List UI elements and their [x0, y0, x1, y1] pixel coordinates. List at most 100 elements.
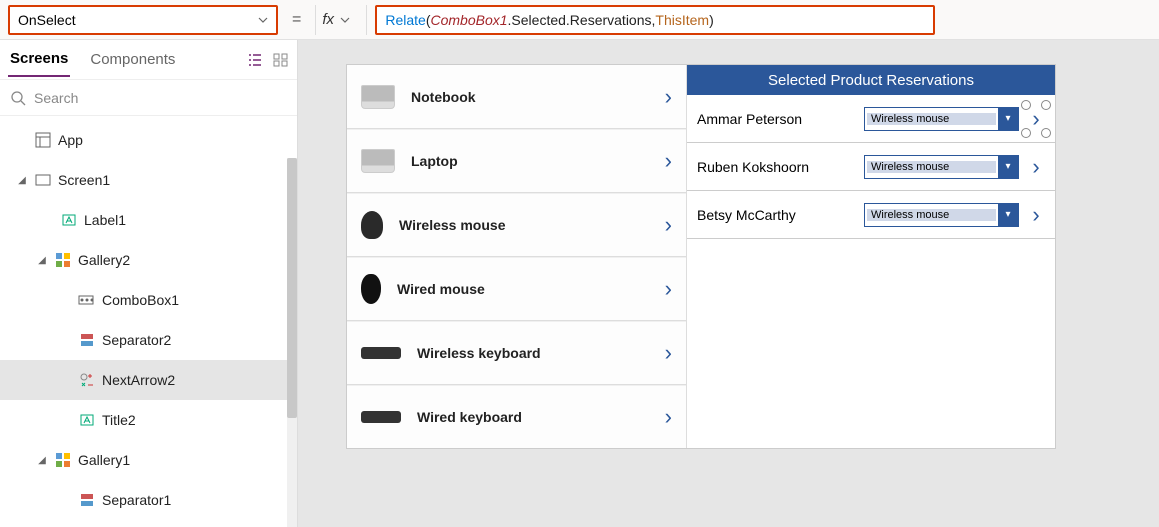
product-name: Wired keyboard [417, 409, 649, 425]
canvas: Notebook › Laptop › Wireless mouse › Wir… [298, 40, 1159, 527]
tree-separator2[interactable]: Separator2 [0, 320, 297, 360]
label-icon [78, 411, 96, 429]
caret-icon[interactable]: ◢ [16, 175, 28, 186]
tree-scrollbar[interactable] [287, 158, 297, 527]
selection-handle[interactable] [1041, 100, 1051, 110]
tree-label: Separator2 [102, 332, 171, 348]
product-name: Wired mouse [397, 281, 649, 297]
separator-icon [78, 491, 96, 509]
grid-icon[interactable] [273, 53, 289, 67]
nextarrow-icon [78, 371, 96, 389]
fx-dropdown[interactable]: fx [315, 5, 367, 35]
panel-header: Selected Product Reservations [687, 65, 1055, 95]
formula-input[interactable]: Relate ( ComboBox1 .Selected.Reservation… [375, 5, 935, 35]
product-image [361, 149, 395, 173]
chevron-right-icon[interactable]: › [1027, 154, 1045, 180]
product-combobox[interactable]: Wireless mouse ▾ [864, 155, 1019, 179]
product-name: Wireless mouse [399, 217, 649, 233]
property-dropdown[interactable]: OnSelect [8, 5, 278, 35]
tree-nextarrow2[interactable]: NextArrow2 [0, 360, 297, 400]
label-icon [60, 211, 78, 229]
formula-close: ) [709, 12, 714, 28]
formula-dot: .Selected.Reservations, [508, 12, 656, 28]
tab-screens[interactable]: Screens [8, 42, 70, 77]
gallery-icon [54, 251, 72, 269]
caret-icon[interactable]: ◢ [36, 255, 48, 266]
product-name: Notebook [411, 89, 649, 105]
product-image [361, 274, 381, 304]
reservation-row[interactable]: Betsy McCarthy Wireless mouse ▾ › [687, 191, 1055, 239]
app-frame: Notebook › Laptop › Wireless mouse › Wir… [346, 64, 1056, 449]
tree-items: App ◢ Screen1 Label1 ◢ Gallery2 ComboBox… [0, 116, 297, 527]
product-combobox[interactable]: Wireless mouse ▾ [864, 107, 1019, 131]
selection-handle[interactable] [1021, 128, 1031, 138]
formula-bar: OnSelect = fx Relate ( ComboBox1 .Select… [0, 0, 1159, 40]
chevron-right-icon[interactable]: › [665, 84, 672, 110]
tree-gallery2[interactable]: ◢ Gallery2 [0, 240, 297, 280]
chevron-right-icon[interactable]: › [665, 404, 672, 430]
combobox-value: Wireless mouse [867, 161, 996, 173]
product-row[interactable]: Wireless keyboard › [347, 321, 686, 385]
tree-separator1[interactable]: Separator1 [0, 480, 297, 520]
app-icon [34, 131, 52, 149]
tree-screen1[interactable]: ◢ Screen1 [0, 160, 297, 200]
chevron-right-icon[interactable]: › [665, 276, 672, 302]
property-value: OnSelect [18, 12, 76, 28]
chevron-right-icon[interactable]: › [1027, 106, 1045, 132]
tree-label: App [58, 132, 83, 148]
tree-tab-icons [247, 53, 289, 67]
person-name: Betsy McCarthy [697, 207, 856, 223]
main-area: Screens Components Search App ◢ Screen1 [0, 40, 1159, 527]
chevron-down-icon[interactable]: ▾ [998, 108, 1018, 130]
screen-icon [34, 171, 52, 189]
product-row[interactable]: Laptop › [347, 129, 686, 193]
formula-obj: ComboBox1 [430, 12, 507, 28]
tree-combobox1[interactable]: ComboBox1 [0, 280, 297, 320]
tree-label: Label1 [84, 212, 126, 228]
product-row[interactable]: Wired mouse › [347, 257, 686, 321]
tree-panel: Screens Components Search App ◢ Screen1 [0, 40, 298, 527]
chevron-down-icon[interactable]: ▾ [998, 204, 1018, 226]
tab-components[interactable]: Components [88, 43, 177, 76]
tree-title2[interactable]: Title2 [0, 400, 297, 440]
fx-label: fx [322, 11, 334, 28]
person-name: Ammar Peterson [697, 111, 856, 127]
tree-label: Screen1 [58, 172, 110, 188]
product-image [361, 211, 383, 239]
formula-fn: Relate [385, 12, 425, 28]
product-image [361, 85, 395, 109]
list-icon[interactable] [247, 53, 263, 67]
reservations-panel: Selected Product Reservations Ammar Pete… [687, 65, 1055, 448]
chevron-right-icon[interactable]: › [1027, 202, 1045, 228]
chevron-right-icon[interactable]: › [665, 212, 672, 238]
tree-label: Title2 [102, 412, 136, 428]
product-combobox[interactable]: Wireless mouse ▾ [864, 203, 1019, 227]
search-placeholder: Search [34, 90, 78, 106]
caret-icon[interactable]: ◢ [36, 455, 48, 466]
reservation-row[interactable]: Ruben Kokshoorn Wireless mouse ▾ › [687, 143, 1055, 191]
chevron-down-icon[interactable]: ▾ [998, 156, 1018, 178]
selection-handle[interactable] [1041, 128, 1051, 138]
scrollbar-thumb[interactable] [287, 158, 297, 418]
selection-handle[interactable] [1021, 100, 1031, 110]
next-arrow-selected[interactable]: › [1027, 106, 1045, 132]
chevron-down-icon [340, 15, 350, 25]
product-row[interactable]: Wireless mouse › [347, 193, 686, 257]
tree-app[interactable]: App [0, 120, 297, 160]
product-gallery: Notebook › Laptop › Wireless mouse › Wir… [347, 65, 687, 448]
product-image [361, 347, 401, 359]
product-row[interactable]: Notebook › [347, 65, 686, 129]
separator-icon [78, 331, 96, 349]
tree-search[interactable]: Search [0, 80, 297, 116]
product-row[interactable]: Wired keyboard › [347, 385, 686, 448]
chevron-right-icon[interactable]: › [665, 340, 672, 366]
combobox-value: Wireless mouse [867, 113, 996, 125]
tree-label1[interactable]: Label1 [0, 200, 297, 240]
search-icon [10, 90, 26, 106]
reservation-row[interactable]: Ammar Peterson Wireless mouse ▾ › [687, 95, 1055, 143]
tree-label: Gallery1 [78, 452, 130, 468]
chevron-right-icon[interactable]: › [665, 148, 672, 174]
product-name: Laptop [411, 153, 649, 169]
tree-gallery1[interactable]: ◢ Gallery1 [0, 440, 297, 480]
formula-this: ThisItem [655, 12, 709, 28]
